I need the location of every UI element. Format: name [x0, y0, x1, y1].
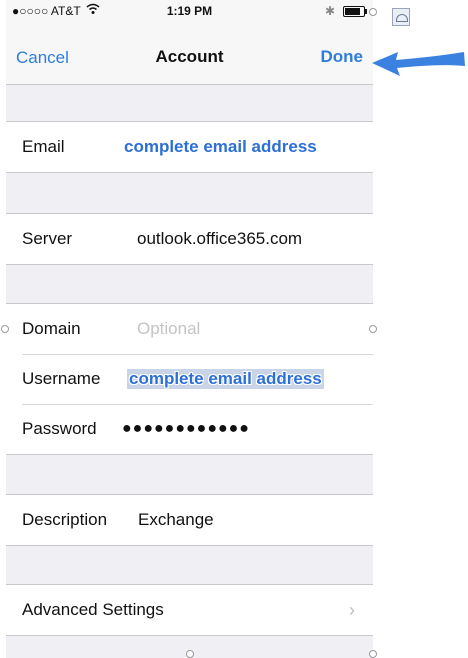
chevron-right-icon: › [349, 599, 355, 620]
description-label: Description [22, 510, 108, 529]
status-bar: ●○○○○ AT&T 1:19 PM ✱ [6, 0, 373, 20]
clock-label: 1:19 PM [166, 4, 213, 18]
advanced-settings-label: Advanced Settings [22, 600, 164, 619]
username-row[interactable]: Username complete email address [6, 354, 373, 404]
selection-handle [369, 325, 377, 333]
email-row[interactable]: Email complete email address [6, 122, 373, 172]
advanced-group: Advanced Settings › [6, 584, 373, 636]
server-label: Server [22, 229, 73, 248]
phone-screen: ●○○○○ AT&T 1:19 PM ✱ Cancel Account Done… [6, 0, 373, 658]
username-label: Username [22, 369, 101, 388]
server-group: Server outlook.office365.com [6, 213, 373, 265]
credentials-group: Domain Optional Username complete email … [6, 303, 373, 455]
layout-options-icon[interactable] [392, 8, 410, 26]
password-label: Password [22, 419, 97, 438]
battery-icon [343, 5, 367, 17]
page-title: Account [155, 47, 224, 66]
description-row[interactable]: Description Exchange [6, 495, 373, 545]
advanced-settings-row[interactable]: Advanced Settings › [6, 585, 373, 635]
server-row[interactable]: Server outlook.office365.com [6, 214, 373, 264]
selection-handle [369, 650, 377, 658]
selection-handle [186, 650, 194, 658]
description-value: Exchange [138, 510, 214, 529]
selection-handle [369, 8, 377, 16]
password-value: ●●●●●●●●●●●● [122, 420, 250, 437]
username-annotation: complete email address [127, 369, 324, 389]
done-button[interactable]: Done [321, 47, 364, 67]
server-value: outlook.office365.com [137, 229, 303, 248]
password-row[interactable]: Password ●●●●●●●●●●●● [6, 404, 373, 454]
domain-placeholder: Optional [137, 319, 201, 338]
bluetooth-icon: ✱ [324, 4, 335, 18]
description-group: Description Exchange [6, 494, 373, 546]
selection-handle [1, 325, 9, 333]
arrow-pointer-icon [372, 52, 465, 76]
domain-label: Domain [22, 319, 81, 338]
email-group: Email complete email address [6, 121, 373, 173]
navigation-bar: Cancel Account Done [6, 20, 373, 85]
domain-row[interactable]: Domain Optional [6, 304, 373, 354]
email-annotation: complete email address [124, 137, 317, 156]
email-label: Email [22, 137, 65, 156]
